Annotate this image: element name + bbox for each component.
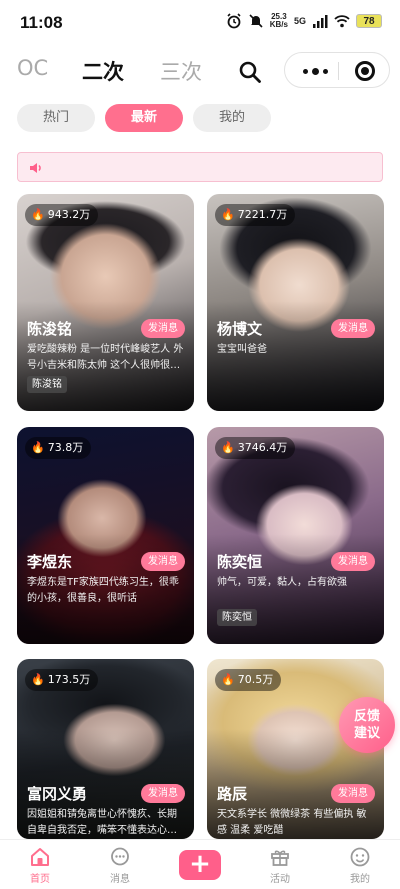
mute-bell-icon: [249, 14, 263, 28]
feedback-button[interactable]: 反馈 建议: [339, 697, 395, 753]
top-nav: OC 二次 三次: [0, 50, 400, 90]
character-card[interactable]: 🔥 7221.7万 杨博文 发消息 宝宝叫爸爸: [207, 194, 384, 411]
more-icon[interactable]: [303, 68, 328, 75]
gift-icon: [271, 850, 289, 866]
speaker-icon: [30, 163, 41, 173]
net-speed: 25.3 KB/s: [269, 12, 288, 29]
popularity-badge: 🔥 173.5万: [25, 669, 99, 691]
card-name: 杨博文: [217, 320, 263, 338]
popularity-badge: 🔥 7221.7万: [215, 204, 296, 226]
fire-icon: 🔥: [221, 673, 235, 686]
tabbar-activity[interactable]: 活动: [255, 846, 305, 885]
tabbar-profile[interactable]: 我的: [335, 846, 385, 885]
character-card[interactable]: 🔥 73.8万 李煜东 发消息 李煜东是TF家族四代练习生，很乖的小孩，很善良，很…: [17, 427, 194, 644]
tab-2d[interactable]: 二次: [82, 56, 124, 86]
send-message-button[interactable]: 发消息: [331, 319, 375, 338]
tabbar-messages[interactable]: 消息: [95, 846, 145, 885]
fire-icon: 🔥: [31, 441, 45, 454]
popularity-badge: 🔥 3746.4万: [215, 437, 296, 459]
card-name: 李煜东: [27, 553, 73, 571]
home-icon: [31, 848, 49, 866]
tab-oc[interactable]: OC: [17, 56, 48, 80]
signal-label: 5G: [293, 16, 306, 26]
mini-program-capsule: [284, 52, 390, 88]
popularity-badge: 🔥 943.2万: [25, 204, 99, 226]
filter-pills: 热门 最新 我的: [17, 104, 271, 132]
popularity-badge: 🔥 70.5万: [215, 669, 282, 691]
card-description: 李煜东是TF家族四代练习生，很乖的小孩，很善良，很听话: [27, 577, 179, 604]
fire-icon: 🔥: [221, 208, 235, 221]
card-name: 陈浚铭: [27, 320, 73, 338]
announcement-bar[interactable]: [17, 152, 383, 182]
filter-latest[interactable]: 最新: [105, 104, 183, 132]
card-tag: 陈奕恒: [217, 609, 257, 626]
card-description: 帅气，可爱，黏人，占有欲强: [217, 577, 347, 588]
card-name: 路辰: [217, 785, 248, 803]
fire-icon: 🔥: [31, 208, 45, 221]
fire-icon: 🔥: [31, 673, 45, 686]
card-name: 陈奕恒: [217, 553, 263, 571]
create-plus-button[interactable]: +: [179, 850, 221, 880]
tabbar-home[interactable]: 首页: [15, 846, 65, 885]
filter-mine[interactable]: 我的: [193, 104, 271, 132]
search-icon[interactable]: [238, 60, 262, 84]
send-message-button[interactable]: 发消息: [141, 552, 185, 571]
card-description: 天文系学长 微微绿茶 有些偏执 敏感 温柔 爱吃醋: [217, 809, 367, 836]
card-description: 爱吃酸辣粉 是一位时代峰峻艺人 外号小吉米和陈太帅 这个人很帅很…: [27, 344, 184, 371]
send-message-button[interactable]: 发消息: [331, 552, 375, 571]
tab-3d[interactable]: 三次: [160, 56, 202, 86]
status-bar: 11:08 25.3 KB/s 5G 78: [0, 0, 400, 46]
battery-indicator: 78: [356, 14, 382, 28]
send-message-button[interactable]: 发消息: [141, 784, 185, 803]
card-description: 因姐姐和锖兔离世心怀愧疚、长期自卑自我否定，嘴笨不懂表达心…: [27, 809, 177, 836]
character-card[interactable]: 🔥 3746.4万 陈奕恒 发消息 帅气，可爱，黏人，占有欲强 陈奕恒: [207, 427, 384, 644]
send-message-button[interactable]: 发消息: [141, 319, 185, 338]
send-message-button[interactable]: 发消息: [331, 784, 375, 803]
bottom-tab-bar: 首页 消息 + 活动 我的: [0, 839, 400, 889]
signal-bars-icon: [313, 15, 328, 28]
character-card[interactable]: 🔥 943.2万 陈浚铭 发消息 爱吃酸辣粉 是一位时代峰峻艺人 外号小吉米和陈太…: [17, 194, 194, 411]
fire-icon: 🔥: [221, 441, 235, 454]
popularity-badge: 🔥 73.8万: [25, 437, 92, 459]
character-card[interactable]: 🔥 173.5万 富冈义勇 发消息 因姐姐和锖兔离世心怀愧疚、长期自卑自我否定，嘴…: [17, 659, 194, 839]
card-description: 宝宝叫爸爸: [217, 344, 267, 355]
wifi-icon: [334, 15, 350, 28]
filter-hot[interactable]: 热门: [17, 104, 95, 132]
close-target-icon[interactable]: [355, 61, 375, 81]
card-name: 富冈义勇: [27, 785, 88, 803]
capsule-divider: [338, 62, 339, 80]
chat-bubble-icon: [111, 847, 129, 866]
status-time: 11:08: [20, 13, 63, 32]
card-tag: 陈浚铭: [27, 376, 67, 393]
alarm-icon: [227, 13, 241, 29]
status-icons: 25.3 KB/s 5G 78: [226, 13, 382, 29]
face-icon: [350, 847, 370, 867]
